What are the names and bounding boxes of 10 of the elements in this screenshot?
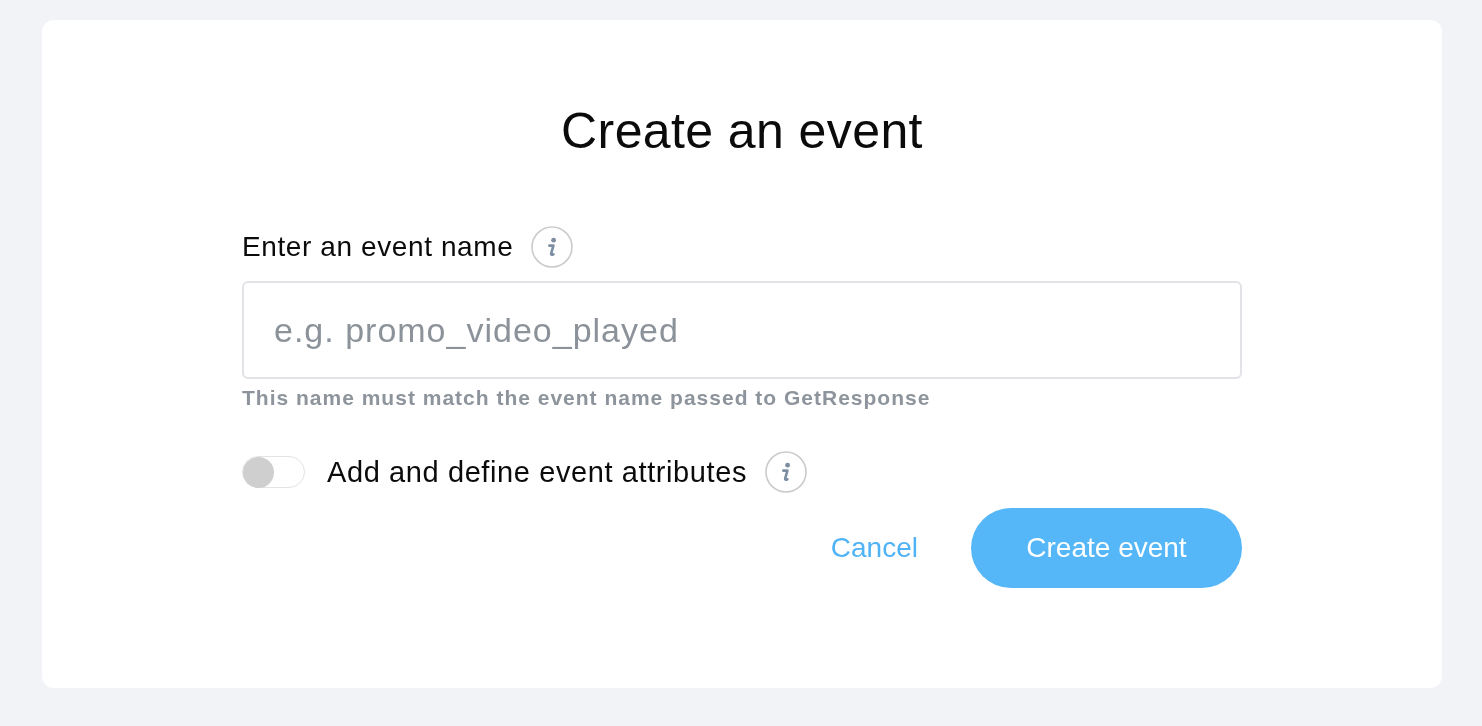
- create-event-button[interactable]: Create event: [971, 508, 1242, 588]
- cancel-button[interactable]: Cancel: [830, 531, 918, 565]
- toggle-label: Add and define event attributes: [327, 455, 748, 489]
- info-icon[interactable]: [531, 226, 574, 268]
- toggle-switch[interactable]: [242, 456, 305, 488]
- dialog-title: Create an event: [561, 103, 923, 159]
- field-label: Enter an event name: [242, 231, 514, 263]
- event-name-field[interactable]: e.g. promo_video_played: [242, 281, 1242, 379]
- field-hint: This name must match the event name passed to GetResponse: [242, 386, 932, 410]
- info-icon[interactable]: [765, 451, 808, 493]
